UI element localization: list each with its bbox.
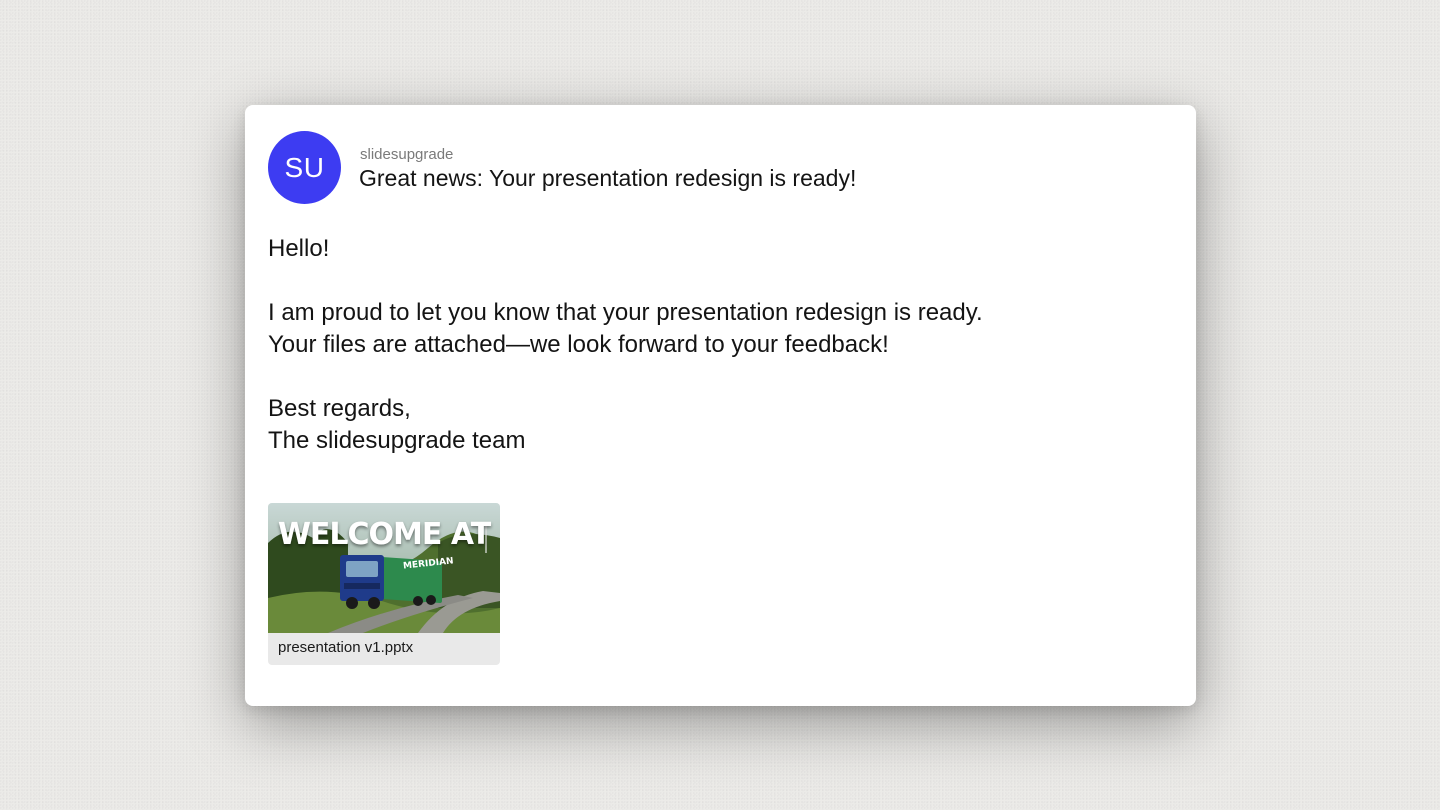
email-card: SU slidesupgrade Great news: Your presen… <box>245 105 1196 706</box>
thumbnail-title: WELCOME AT <box>277 517 491 552</box>
sign-off: Best regards, The slidesupgrade team <box>268 393 1148 457</box>
attachment-card[interactable]: WELCOME AT MERIDIAN presentation v1.pptx <box>268 503 500 665</box>
sender-avatar[interactable]: SU <box>268 131 341 204</box>
message-paragraph: I am proud to let you know that your pre… <box>268 297 1148 361</box>
sender-name: slidesupgrade <box>360 146 454 163</box>
email-body: Hello! I am proud to let you know that y… <box>268 233 1148 457</box>
greeting: Hello! <box>268 235 330 262</box>
signature: The slidesupgrade team <box>268 427 526 454</box>
message-line-1: I am proud to let you know that your pre… <box>268 299 983 326</box>
avatar-initials: SU <box>284 151 325 183</box>
message-line-2: Your files are attached—we look forward … <box>268 331 889 358</box>
attachment-filename[interactable]: presentation v1.pptx <box>278 639 413 656</box>
email-subject: Great news: Your presentation redesign i… <box>359 165 857 191</box>
attachment-thumbnail[interactable]: WELCOME AT MERIDIAN <box>268 503 500 633</box>
closing: Best regards, <box>268 395 411 422</box>
